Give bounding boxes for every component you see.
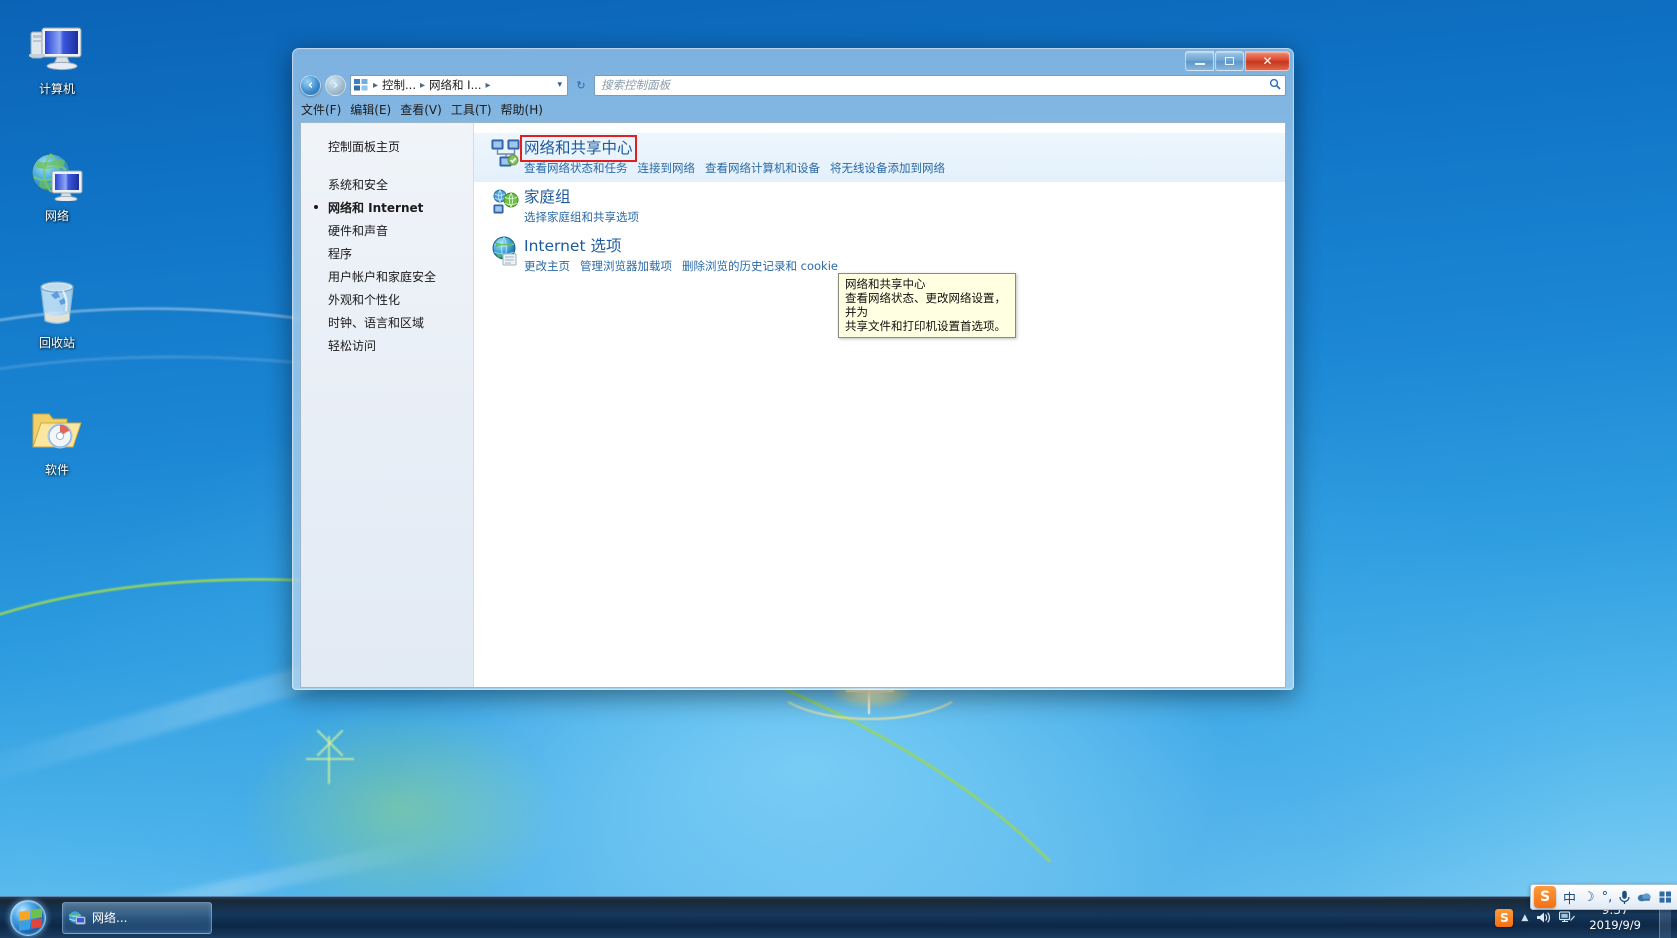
menu-tools[interactable]: 工具(T) bbox=[451, 101, 492, 118]
breadcrumb-separator: ▸ bbox=[485, 79, 491, 91]
link-choose-homegroup-options[interactable]: 选择家庭组和共享选项 bbox=[524, 209, 639, 225]
sidebar-item-control-panel-home[interactable]: 控制面板主页 bbox=[301, 136, 473, 157]
search-placeholder: 搜索控制面板 bbox=[601, 78, 670, 92]
sidebar-item-ease-of-access[interactable]: 轻松访问 bbox=[301, 334, 473, 357]
breadcrumb-control-panel[interactable]: 控制... bbox=[381, 77, 417, 93]
folder-icon bbox=[10, 399, 104, 461]
category-links: 更改主页 管理浏览器加载项 删除浏览的历史记录和 cookie bbox=[524, 258, 1275, 274]
window-controls: ✕ bbox=[1185, 51, 1290, 71]
network-globe-icon bbox=[10, 145, 104, 207]
menu-edit[interactable]: 编辑(E) bbox=[350, 101, 391, 118]
sidebar-item-clock-language-region[interactable]: 时钟、语言和区域 bbox=[301, 311, 473, 334]
tray-expand-chevron[interactable]: ▲ bbox=[1521, 913, 1528, 923]
windows-orb-icon bbox=[10, 899, 46, 936]
minimize-button[interactable] bbox=[1185, 51, 1214, 71]
sidebar: 控制面板主页 系统和安全 网络和 Internet 硬件和声音 程序 用户帐户和… bbox=[301, 123, 474, 687]
back-button[interactable]: ‹ bbox=[300, 74, 321, 96]
network-status-icon[interactable] bbox=[1559, 911, 1576, 924]
window-client-area: 控制面板主页 系统和安全 网络和 Internet 硬件和声音 程序 用户帐户和… bbox=[300, 122, 1286, 688]
category-title-internet-options[interactable]: Internet 选项 bbox=[524, 237, 621, 256]
desktop-icon-label: 网络 bbox=[44, 209, 69, 223]
category-homegroup[interactable]: 家庭组 选择家庭组和共享选项 bbox=[474, 182, 1285, 231]
link-delete-history-cookies[interactable]: 删除浏览的历史记录和 cookie bbox=[682, 258, 838, 274]
navigation-bar: ‹ › ▸ 控制... ▸ 网络和 I... ▸ ▾ ↻ 搜索控制面板 bbox=[300, 73, 1286, 97]
sidebar-item-programs[interactable]: 程序 bbox=[301, 242, 473, 265]
ime-moon-icon[interactable]: ☽ bbox=[1583, 890, 1595, 905]
control-panel-icon bbox=[353, 77, 370, 93]
forward-button[interactable]: › bbox=[325, 74, 346, 96]
category-title-network-sharing-center[interactable]: 网络和共享中心 bbox=[520, 135, 637, 162]
recycle-bin-icon bbox=[10, 272, 104, 334]
menu-view[interactable]: 查看(V) bbox=[400, 101, 442, 118]
category-title-homegroup[interactable]: 家庭组 bbox=[524, 188, 571, 207]
category-links: 选择家庭组和共享选项 bbox=[524, 209, 1275, 225]
network-window-icon bbox=[68, 909, 86, 927]
computer-icon bbox=[10, 18, 104, 80]
desktop-icon-software[interactable]: 软件 bbox=[8, 395, 106, 482]
sidebar-item-appearance[interactable]: 外观和个性化 bbox=[301, 288, 473, 311]
tooltip-line-2: 共享文件和打印机设置首选项。 bbox=[845, 319, 1006, 333]
tray-sogou-icon[interactable]: S bbox=[1495, 908, 1514, 927]
breadcrumb-separator: ▸ bbox=[373, 79, 379, 91]
clock-date: 2019/9/9 bbox=[1589, 917, 1641, 932]
taskbar-item-network[interactable]: 网络... bbox=[62, 901, 212, 934]
volume-icon[interactable] bbox=[1536, 911, 1551, 924]
sidebar-item-network-internet[interactable]: 网络和 Internet bbox=[301, 196, 473, 219]
breadcrumb-separator: ▸ bbox=[420, 79, 426, 91]
category-links: 查看网络状态和任务 连接到网络 查看网络计算机和设备 将无线设备添加到网络 bbox=[524, 160, 1275, 176]
desktop-icon-computer[interactable]: 计算机 bbox=[8, 14, 106, 101]
category-list: 网络和共享中心 查看网络状态和任务 连接到网络 查看网络计算机和设备 将无线设备… bbox=[474, 123, 1285, 687]
homegroup-icon bbox=[488, 187, 524, 221]
desktop-icon-grid: 计算机 网络 回收站 软件 bbox=[0, 0, 110, 482]
menu-bar: 文件(F) 编辑(E) 查看(V) 工具(T) 帮助(H) bbox=[300, 99, 1286, 119]
breadcrumb-network-internet[interactable]: 网络和 I... bbox=[428, 77, 483, 93]
internet-options-icon bbox=[488, 236, 524, 270]
window-title-bar[interactable]: ✕ bbox=[293, 49, 1293, 73]
sidebar-item-user-accounts[interactable]: 用户帐户和家庭安全 bbox=[301, 265, 473, 288]
sogou-ime-logo-icon[interactable]: S bbox=[1534, 886, 1556, 908]
network-sharing-icon bbox=[488, 138, 524, 172]
menu-help[interactable]: 帮助(H) bbox=[501, 101, 543, 118]
ime-toolbox-icon[interactable] bbox=[1659, 891, 1672, 903]
desktop-icon-label: 软件 bbox=[44, 463, 69, 477]
taskbar[interactable]: 网络... S ▲ 9:37 bbox=[0, 896, 1677, 938]
desktop-icon-recycle-bin[interactable]: 回收站 bbox=[8, 268, 106, 355]
sidebar-item-system-security[interactable]: 系统和安全 bbox=[301, 173, 473, 196]
link-add-wireless-device[interactable]: 将无线设备添加到网络 bbox=[830, 160, 945, 176]
ime-toolbar[interactable]: S 中 ☽ °, bbox=[1530, 884, 1677, 910]
start-button[interactable] bbox=[2, 898, 54, 938]
tooltip-line-1: 查看网络状态、更改网络设置，并为 bbox=[845, 291, 1006, 319]
sidebar-item-hardware-sound[interactable]: 硬件和声音 bbox=[301, 219, 473, 242]
ime-mode-chinese[interactable]: 中 bbox=[1563, 888, 1576, 907]
tooltip-title: 网络和共享中心 bbox=[845, 277, 926, 291]
search-box[interactable]: 搜索控制面板 bbox=[594, 74, 1286, 96]
task-list: 网络... bbox=[62, 901, 212, 934]
category-network-sharing-center[interactable]: 网络和共享中心 查看网络状态和任务 连接到网络 查看网络计算机和设备 将无线设备… bbox=[474, 133, 1285, 182]
link-change-homepage[interactable]: 更改主页 bbox=[524, 258, 570, 274]
desktop[interactable]: 计算机 网络 回收站 软件 ✕ ‹ › ▸ 控制... ▸ 网络和 I... ▸… bbox=[0, 0, 1677, 938]
refresh-button[interactable]: ↻ bbox=[572, 75, 590, 95]
ime-punctuation-icon[interactable]: °, bbox=[1602, 890, 1613, 905]
control-panel-window[interactable]: ✕ ‹ › ▸ 控制... ▸ 网络和 I... ▸ ▾ ↻ 搜索控制面板 文件… bbox=[292, 48, 1294, 690]
ime-cloud-icon[interactable] bbox=[1637, 891, 1652, 903]
link-connect-to-network[interactable]: 连接到网络 bbox=[638, 160, 696, 176]
link-manage-addons[interactable]: 管理浏览器加载项 bbox=[580, 258, 672, 274]
address-bar[interactable]: ▸ 控制... ▸ 网络和 I... ▸ ▾ bbox=[350, 74, 568, 96]
taskbar-item-label: 网络... bbox=[92, 911, 128, 925]
search-icon bbox=[1269, 78, 1281, 93]
menu-file[interactable]: 文件(F) bbox=[301, 101, 341, 118]
link-view-network-status[interactable]: 查看网络状态和任务 bbox=[524, 160, 628, 176]
desktop-icon-label: 回收站 bbox=[38, 336, 75, 350]
maximize-button[interactable] bbox=[1215, 51, 1244, 71]
tooltip: 网络和共享中心 查看网络状态、更改网络设置，并为 共享文件和打印机设置首选项。 bbox=[838, 273, 1016, 338]
address-history-dropdown[interactable]: ▾ bbox=[557, 80, 565, 90]
ime-voice-input-icon[interactable] bbox=[1619, 890, 1630, 905]
link-view-network-computers[interactable]: 查看网络计算机和设备 bbox=[705, 160, 820, 176]
close-button[interactable]: ✕ bbox=[1245, 51, 1290, 71]
desktop-icon-network[interactable]: 网络 bbox=[8, 141, 106, 228]
desktop-icon-label: 计算机 bbox=[38, 82, 75, 96]
